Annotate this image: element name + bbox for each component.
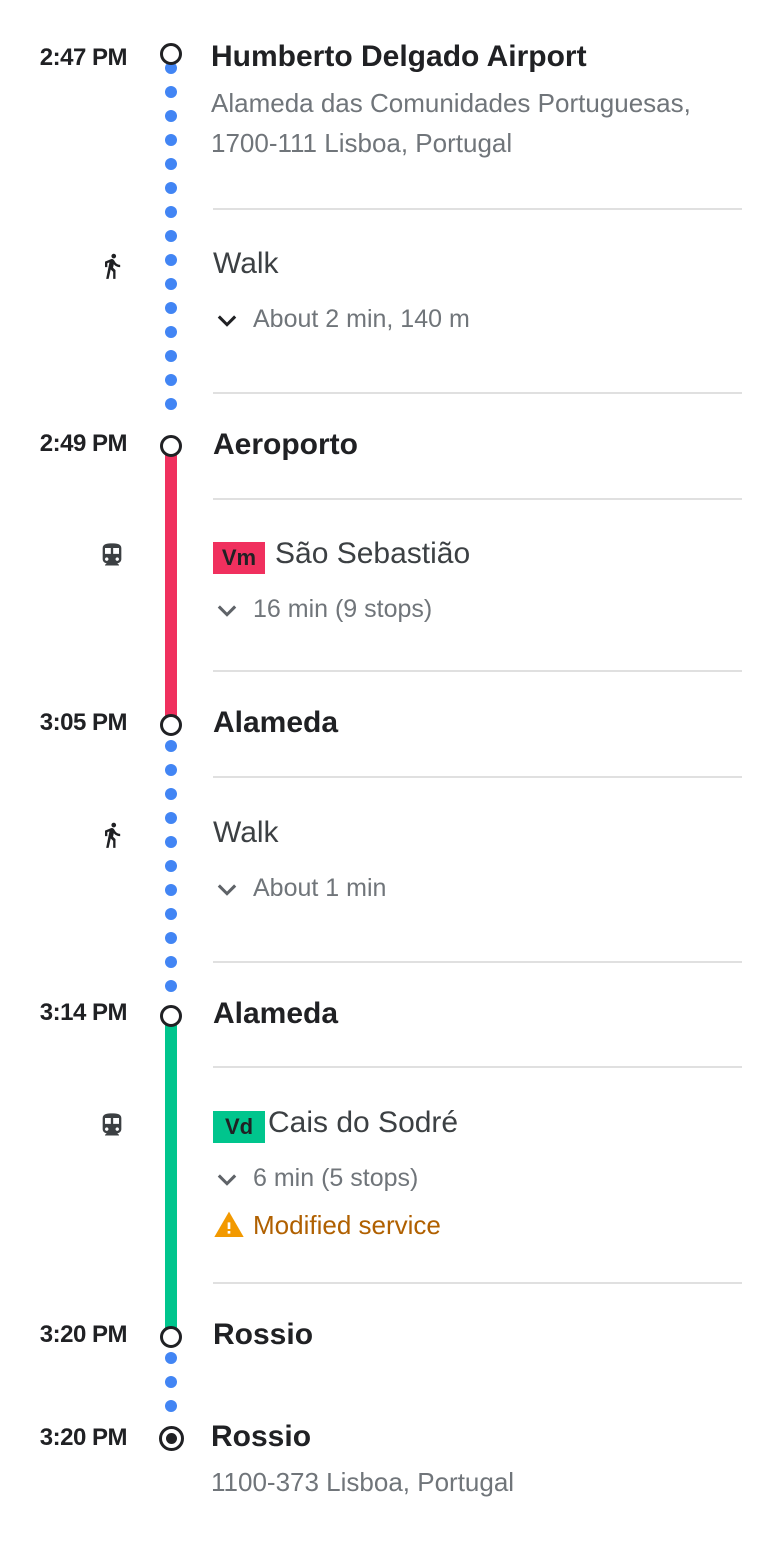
metro-line-red [165, 448, 177, 718]
walk-icon [105, 253, 121, 279]
warning-icon [214, 1211, 244, 1237]
walk-dot [165, 812, 177, 824]
segment-details-toggle[interactable]: 16 min (9 stops) [213, 595, 432, 624]
walk-dot [165, 956, 177, 968]
divider [213, 1282, 742, 1284]
divider [213, 498, 742, 500]
walk-icon [105, 822, 121, 848]
stop-name[interactable]: Rossio [213, 1318, 313, 1352]
walk-dot [165, 374, 177, 386]
stop-time: 2:47 PM [39, 44, 128, 71]
stop-time: 3:20 PM [39, 1424, 128, 1451]
line-badge: Vm [213, 542, 265, 574]
metro-line-green [165, 1020, 177, 1330]
walk-path-1 [165, 62, 177, 432]
stop-time: 3:14 PM [39, 999, 128, 1026]
segment-title: Walk [213, 816, 279, 849]
chevron-down-icon [217, 604, 237, 617]
walk-dot [165, 158, 177, 170]
destination-node [159, 1426, 184, 1451]
divider [213, 670, 742, 672]
walk-dot [165, 350, 177, 362]
walk-dot [165, 398, 177, 410]
segment-detail: 16 min (9 stops) [253, 595, 433, 623]
walk-dot [165, 86, 177, 98]
stop-node [160, 435, 182, 457]
segment-title: Walk [213, 247, 279, 280]
stop-time: 3:05 PM [39, 709, 128, 736]
destination-address: 1100-373 Lisboa, Portugal [211, 1467, 515, 1497]
divider [213, 776, 742, 778]
segment-detail: About 1 min [253, 874, 387, 902]
walk-dot [165, 182, 177, 194]
stop-address-line2: 1700-111 Lisboa, Portugal [211, 128, 513, 158]
stop-node [160, 1326, 182, 1348]
segment-detail: 6 min (5 stops) [253, 1164, 419, 1192]
walk-dot [165, 302, 177, 314]
stop-time: 2:49 PM [39, 430, 128, 457]
stop-name[interactable]: Humberto Delgado Airport [211, 40, 587, 74]
chevron-down-icon [217, 883, 237, 896]
divider [213, 1066, 742, 1068]
walk-dot [165, 836, 177, 848]
walk-dot [165, 1376, 177, 1388]
chevron-down-icon [217, 1173, 237, 1186]
segment-details-toggle[interactable]: About 2 min, 140 m [213, 305, 470, 334]
walk-dot [165, 764, 177, 776]
stop-node [160, 1005, 182, 1027]
service-alert[interactable]: Modified service [213, 1209, 441, 1241]
walk-path-3 [165, 1352, 177, 1422]
stop-node [160, 714, 182, 736]
divider [213, 961, 742, 963]
alert-text: Modified service [253, 1209, 441, 1240]
walk-dot [165, 884, 177, 896]
segment-detail: About 2 min, 140 m [253, 305, 470, 333]
stop-name[interactable]: Alameda [213, 997, 338, 1031]
walk-dot [165, 206, 177, 218]
walk-dot [165, 230, 177, 242]
walk-dot [165, 110, 177, 122]
divider [213, 208, 742, 210]
walk-dot [165, 326, 177, 338]
metro-icon [102, 1113, 122, 1136]
walk-dot [165, 860, 177, 872]
segment-details-toggle[interactable]: About 1 min [213, 874, 386, 903]
walk-dot [165, 134, 177, 146]
line-badge: Vd [213, 1111, 265, 1143]
walk-dot [165, 908, 177, 920]
walk-dot [165, 1400, 177, 1412]
destination-name[interactable]: Rossio [211, 1420, 311, 1454]
walk-dot [165, 788, 177, 800]
stop-name[interactable]: Aeroporto [213, 428, 358, 462]
divider [213, 392, 742, 394]
walk-dot [165, 278, 177, 290]
walk-dot [165, 1352, 177, 1364]
stop-time: 3:20 PM [39, 1321, 128, 1348]
stop-node-start [160, 43, 182, 65]
segment-title: Cais do Sodré [268, 1106, 459, 1139]
stop-address-line1: Alameda das Comunidades Portuguesas, [211, 88, 691, 118]
segment-details-toggle[interactable]: 6 min (5 stops) [213, 1164, 418, 1193]
walk-dot [165, 980, 177, 992]
stop-name[interactable]: Alameda [213, 706, 338, 740]
walk-dot [165, 254, 177, 266]
walk-dot [165, 932, 177, 944]
segment-title: São Sebastião [275, 537, 471, 570]
walk-path-2 [165, 740, 177, 1000]
metro-icon [102, 543, 122, 566]
walk-dot [165, 740, 177, 752]
chevron-down-icon [217, 314, 237, 327]
